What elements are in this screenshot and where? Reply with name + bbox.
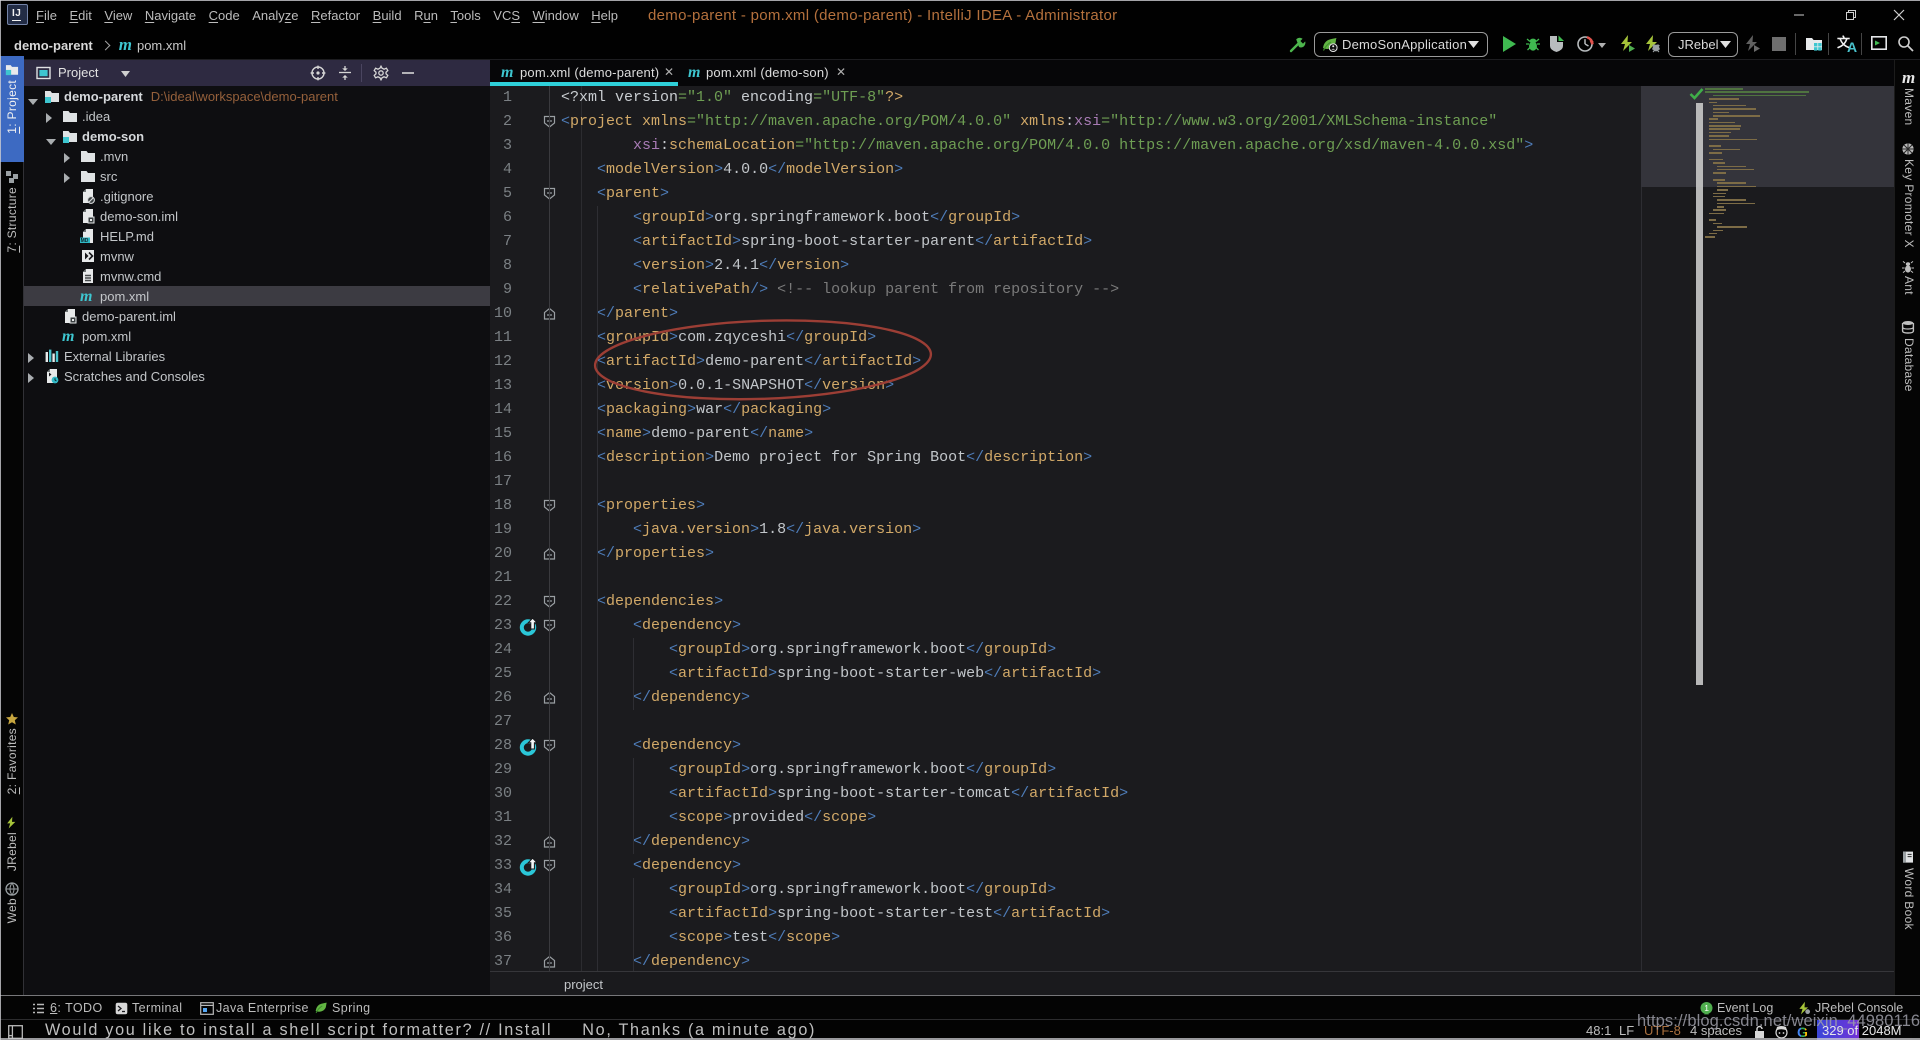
svg-text:MD: MD	[81, 238, 89, 244]
